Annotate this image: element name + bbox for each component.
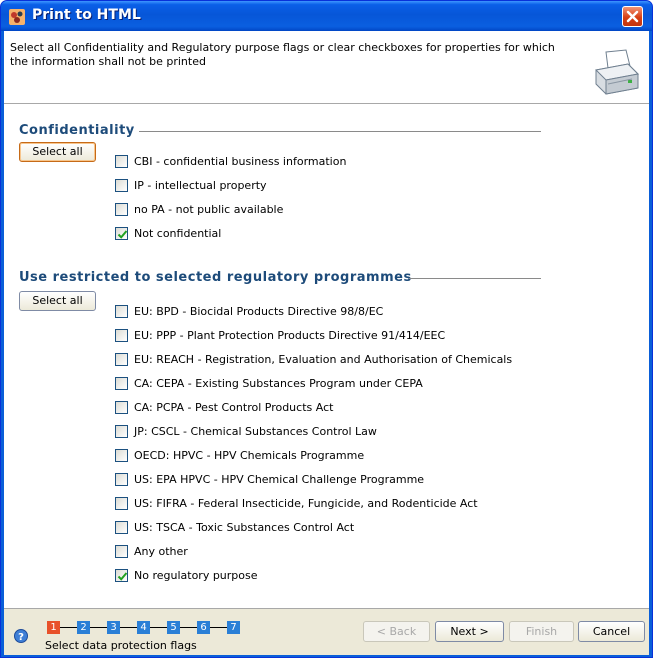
step-caption: Select data protection flags — [45, 639, 197, 652]
checkbox[interactable] — [115, 497, 128, 510]
checkbox[interactable] — [115, 545, 128, 558]
window-title: Print to HTML — [32, 7, 141, 23]
check-mark-icon — [117, 230, 128, 239]
cancel-button[interactable]: Cancel — [578, 621, 645, 642]
step-connector — [60, 627, 77, 628]
checkbox-label: JP: CSCL - Chemical Substances Control L… — [134, 425, 377, 438]
next-button[interactable]: Next > — [435, 621, 504, 642]
confidentiality-select-all-button[interactable]: Select all — [19, 142, 96, 162]
header-instruction: Select all Confidentiality and Regulator… — [10, 41, 555, 68]
iuclid-app-icon — [9, 9, 25, 25]
checkbox[interactable] — [115, 521, 128, 534]
step-connector — [150, 627, 167, 628]
checkbox-label: EU: REACH - Registration, Evaluation and… — [134, 353, 513, 366]
step-connector — [90, 627, 107, 628]
back-button[interactable]: < Back — [363, 621, 430, 642]
checkbox-label: CA: PCPA - Pest Control Products Act — [134, 401, 334, 414]
checkbox[interactable] — [115, 377, 128, 390]
step-connector — [120, 627, 137, 628]
checkbox-label: Not confidential — [134, 227, 222, 240]
checkbox-label: EU: BPD - Biocidal Products Directive 98… — [134, 305, 384, 318]
checkbox-label: OECD: HPVC - HPV Chemicals Programme — [134, 449, 365, 462]
wizard-step-4: 4 — [137, 621, 150, 634]
checkbox-label: US: FIFRA - Federal Insecticide, Fungici… — [134, 497, 478, 510]
regulatory-section-title: Use restricted to selected regulatory pr… — [19, 270, 412, 285]
help-icon[interactable]: ? — [14, 629, 28, 643]
checkbox[interactable] — [115, 179, 128, 192]
checkbox[interactable] — [115, 305, 128, 318]
checkbox-label: US: EPA HPVC - HPV Chemical Challenge Pr… — [134, 473, 425, 486]
wizard-content: Confidentiality Select all CBI - confide… — [4, 104, 649, 608]
check-mark-icon — [117, 572, 128, 581]
confidentiality-section-title: Confidentiality — [19, 123, 135, 138]
checkbox-label: CBI - confidential business information — [134, 155, 347, 168]
close-button[interactable] — [622, 6, 643, 27]
wizard-step-7: 7 — [227, 621, 240, 634]
checkbox[interactable] — [115, 353, 128, 366]
checkbox[interactable] — [115, 227, 128, 240]
checkbox-label: IP - intellectual property — [134, 179, 267, 192]
checkbox-label: no PA - not public available — [134, 203, 284, 216]
confidentiality-divider — [139, 131, 541, 132]
finish-button[interactable]: Finish — [509, 621, 574, 642]
wizard-step-3: 3 — [107, 621, 120, 634]
checkbox[interactable] — [115, 329, 128, 342]
wizard-footer: ? 1 2 3 4 5 6 7 Select data protection flags <… — [4, 608, 649, 655]
checkbox-label: Any other — [134, 545, 188, 558]
close-icon — [626, 10, 639, 23]
checkbox[interactable] — [115, 203, 128, 216]
checkbox[interactable] — [115, 155, 128, 168]
wizard-header: Select all Confidentiality and Regulator… — [4, 31, 649, 104]
checkbox[interactable] — [115, 569, 128, 582]
checkbox-label: US: TSCA - Toxic Substances Control Act — [134, 521, 355, 534]
checkbox-label: EU: PPP - Plant Protection Products Dire… — [134, 329, 446, 342]
checkbox[interactable] — [115, 401, 128, 414]
wizard-step-5: 5 — [167, 621, 180, 634]
regulatory-divider — [409, 278, 541, 279]
wizard-step-2: 2 — [77, 621, 90, 634]
dialog-client-area: Select all Confidentiality and Regulator… — [4, 31, 649, 655]
print-to-html-window: Print to HTML Select all Confidentiality… — [0, 0, 653, 658]
svg-text:?: ? — [18, 632, 24, 643]
checkbox-label: CA: CEPA - Existing Substances Program u… — [134, 377, 423, 390]
checkbox[interactable] — [115, 449, 128, 462]
checkbox-label: No regulatory purpose — [134, 569, 258, 582]
step-connector — [210, 627, 227, 628]
wizard-step-1: 1 — [47, 621, 60, 634]
step-connector — [180, 627, 197, 628]
checkbox[interactable] — [115, 425, 128, 438]
checkbox[interactable] — [115, 473, 128, 486]
regulatory-select-all-button[interactable]: Select all — [19, 291, 96, 311]
wizard-step-6: 6 — [197, 621, 210, 634]
title-bar[interactable]: Print to HTML — [1, 1, 652, 31]
printer-icon — [594, 49, 640, 95]
